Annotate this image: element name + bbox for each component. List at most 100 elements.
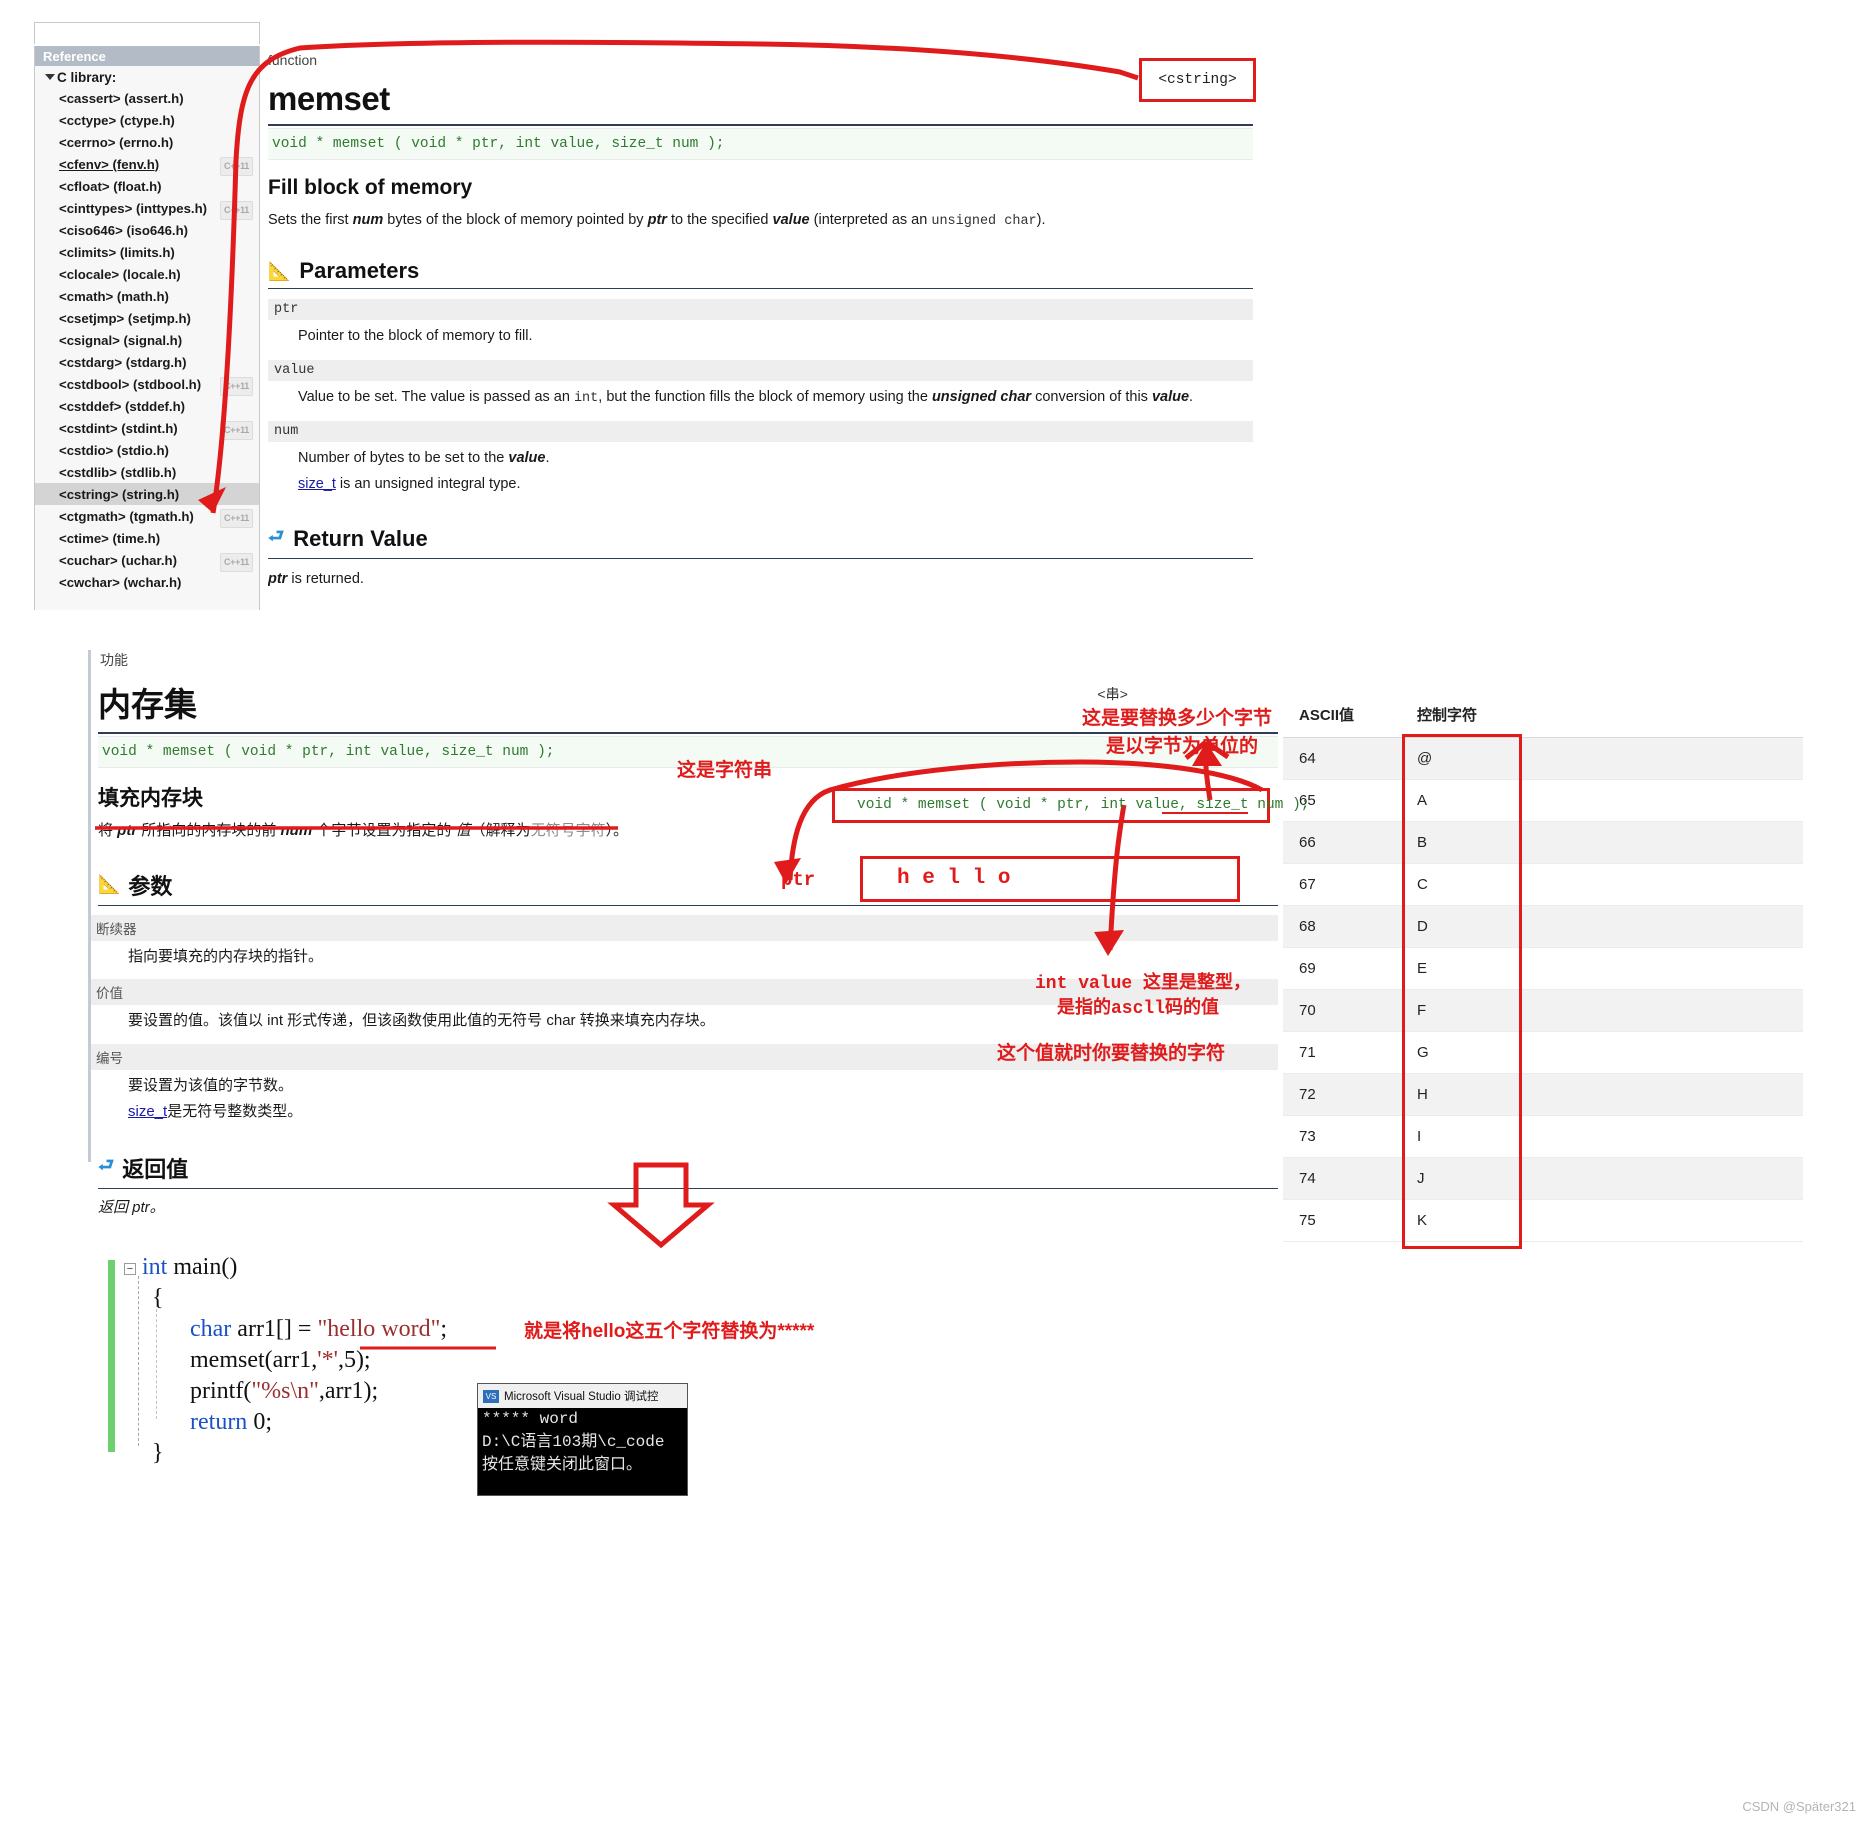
cn-desc-4: （解释为 [470,822,531,839]
chevron-down-icon[interactable] [45,74,55,80]
sidebar-item-22[interactable]: <cwchar> (wchar.h) [35,571,259,593]
sidebar-item-label: <ctime> (time.h) [59,530,161,546]
cxx11-badge: C++11 [219,553,253,572]
ascii-char-cell: A [1401,779,1803,822]
sidebar-item-14[interactable]: <cstddef> (stddef.h) [35,395,259,417]
table-row: 73 I [1283,1115,1803,1158]
sidebar-item-8[interactable]: <clocale> (locale.h) [35,263,259,285]
desc-mono-unsigned-char: unsigned char [931,214,1037,229]
annotation-int-value-line1: int value 这里是整型， [1035,974,1252,994]
sidebar-item-1[interactable]: <cctype> (ctype.h) [35,109,259,131]
sidebar-item-21[interactable]: <cuchar> (uchar.h) C++11 [35,549,259,572]
cn-size-t-rest: 是无符号整数类型。 [167,1103,303,1120]
sidebar-item-6[interactable]: <ciso646> (iso646.h) [35,219,259,241]
console-title-label: Microsoft Visual Studio 调试控 [504,1391,659,1403]
sidebar-item-label: <ciso646> (iso646.h) [59,222,189,238]
visual-studio-debug-console[interactable]: VS Microsoft Visual Studio 调试控 ***** wor… [477,1383,688,1496]
ascii-char-cell: C [1401,863,1803,906]
table-row: 69 E [1283,947,1803,990]
annotation-int-value-line2: 是指的ascll码的值 [1057,999,1220,1019]
ascii-code-cell: 69 [1283,947,1401,990]
ascii-code-cell: 68 [1283,905,1401,948]
sidebar-root-c-library[interactable]: C library: [35,66,259,87]
code-fold-toggle-icon[interactable]: − [124,1263,136,1275]
console-output-line-1: ***** word [482,1410,579,1428]
ascii-char-cell: E [1401,947,1803,990]
sidebar-item-2[interactable]: <cerrno> (errno.h) [35,131,259,153]
cxx11-badge: C++11 [219,509,253,528]
cn-desc-2: 所指向的内存块的前 [137,822,281,839]
cxx11-badge: C++11 [219,421,253,440]
ascii-col-code: ASCII值 [1283,692,1401,738]
desc-part-2: bytes of the block of memory pointed by [383,212,648,228]
cn-desc-5: ）。 [605,822,629,839]
cn-desc-italic-value: 值 [455,822,471,839]
ascii-reference-table: ASCII值 控制字符 64 @65 A 66 B 67 C 68 D 69 E 70 F 71 G 72 H 7… [1283,692,1803,1242]
sidebar-item-10[interactable]: <csetjmp> (setjmp.h) [35,307,259,329]
sidebar-item-7[interactable]: <climits> (limits.h) [35,241,259,263]
sidebar-item-4[interactable]: <cfloat> (float.h) [35,175,259,197]
sidebar-item-9[interactable]: <cmath> (math.h) [35,285,259,307]
table-row: 74 J [1283,1157,1803,1200]
sidebar-item-3[interactable]: <cfenv> (fenv.h) C++11 [35,153,259,176]
sidebar-item-19[interactable]: <ctgmath> (tgmath.h) C++11 [35,505,259,528]
sidebar-item-label: <cerrno> (errno.h) [59,134,174,150]
param-value-text-2: , but the function fills the block of me… [598,389,932,405]
param-value-bold-unsigned-char: unsigned char [931,389,1032,405]
english-documentation-panel: Reference C library: <cassert> (assert.h… [0,0,1265,620]
title-divider [268,124,1253,126]
sidebar-item-label: <cstdlib> (stdlib.h) [59,464,177,480]
cxx11-badge: C++11 [219,377,253,396]
code-line-4: memset(arr1,'*',5); [190,1347,371,1373]
hello-highlight-box: h e l l o [860,856,1240,902]
cn-desc-grey: 无符号字符 [530,822,606,839]
code-line-7: } [152,1440,164,1466]
return-arrow-icon: ⮐ [268,525,285,546]
sidebar-item-label: <climits> (limits.h) [59,244,175,260]
sidebar-item-15[interactable]: <cstdint> (stdint.h) C++11 [35,417,259,440]
sidebar-item-18[interactable]: <cstring> (string.h) [35,483,259,505]
table-row: 71 G [1283,1031,1803,1074]
sidebar-item-label: <cwchar> (wchar.h) [59,574,182,590]
article-kicker: function [268,52,318,68]
code-line-6: return 0; [190,1409,272,1435]
param-desc-num-sizet: size_t is an unsigned integral type. [268,472,1253,498]
ascii-code-cell: 75 [1283,1199,1401,1242]
code-indent-guide-1 [138,1276,139,1446]
sidebar-item-17[interactable]: <cstdlib> (stdlib.h) [35,461,259,483]
sidebar-item-label: <cctype> (ctype.h) [59,112,175,128]
section-heading-return-value: ⮐ Return Value [268,524,1253,554]
return-bold-ptr: ptr [268,570,288,587]
size-t-link[interactable]: size_t [298,476,336,492]
chinese-kicker: 功能 [100,652,128,668]
sidebar-item-13[interactable]: <cstdbool> (stdbool.h) C++11 [35,373,259,396]
sidebar-item-label: <cmath> (math.h) [59,288,169,304]
console-output-line-2: D:\C语言103期\c_code [482,1433,665,1451]
ascii-code-cell: 67 [1283,863,1401,906]
article-description: Sets the first num bytes of the block of… [268,210,1253,232]
desc-part-3: to the specified [666,212,773,228]
sidebar-item-5[interactable]: <cinttypes> (inttypes.h) C++11 [35,197,259,220]
param-name-ptr: ptr [268,299,1253,321]
sidebar-item-label: <cassert> (assert.h) [59,90,184,106]
param-num-text-1: Number of bytes to be set to the [298,450,509,467]
sidebar-item-12[interactable]: <cstdarg> (stdarg.h) [35,351,259,373]
reference-sidebar[interactable]: Reference C library: <cassert> (assert.h… [34,46,260,610]
chinese-parameters-label: 参数 [128,873,173,899]
sidebar-item-11[interactable]: <csignal> (signal.h) [35,329,259,351]
cn-desc-1: 将 [98,822,118,839]
ascii-char-cell: J [1401,1157,1803,1200]
desc-bold-num: num [352,212,384,228]
sidebar-item-label: <csetjmp> (setjmp.h) [59,310,191,326]
sidebar-item-0[interactable]: <cassert> (assert.h) [35,87,259,109]
function-prototype: void * memset ( void * ptr, int value, s… [268,128,1253,160]
code-editor-snippet: − int main() { char arr1[] = "hello word… [108,1252,808,1469]
cn-size-t-link[interactable]: size_t [128,1103,167,1120]
visual-studio-icon: VS [483,1389,499,1403]
section-heading-parameters: 📐 Parameters [268,258,1253,284]
return-text: ptr is returned. [268,569,1253,591]
sidebar-item-label: <cuchar> (uchar.h) [59,552,177,568]
sidebar-item-16[interactable]: <cstdio> (stdio.h) [35,439,259,461]
ascii-table-body: 64 @65 A 66 B 67 C 68 D 69 E 70 F 71 G 72 H 73 I 74 J 75 K [1283,737,1803,1242]
sidebar-item-20[interactable]: <ctime> (time.h) [35,527,259,549]
